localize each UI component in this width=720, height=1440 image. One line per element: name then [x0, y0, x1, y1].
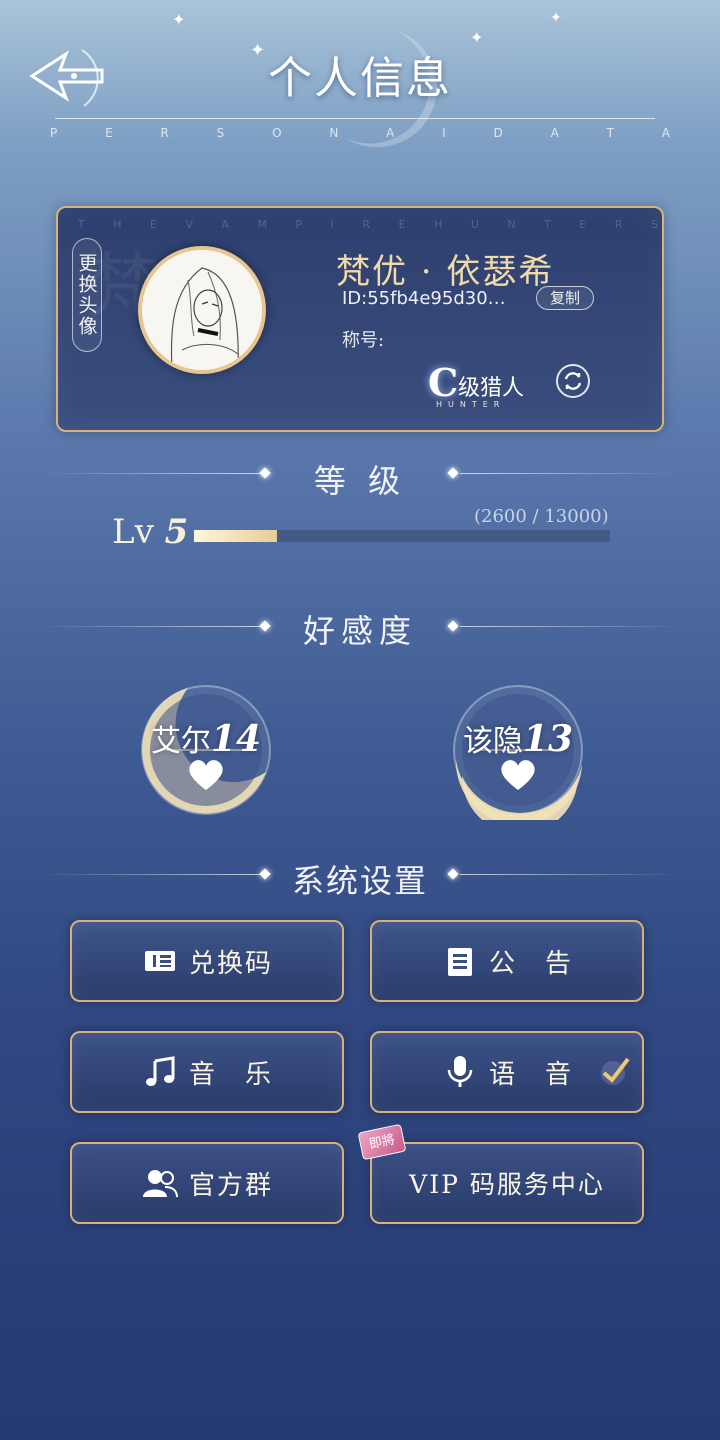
heart-icon [501, 760, 535, 790]
subtitle-letter: N [329, 126, 339, 140]
redeem-code-button[interactable]: 兑换码 [70, 920, 344, 1002]
change-avatar-button[interactable]: 更换头像 [72, 238, 102, 352]
watermark-letter: T [78, 218, 85, 231]
level-value: 5 [164, 512, 189, 552]
level-divider-right [460, 473, 680, 474]
subtitle-letter: D [493, 126, 503, 140]
hunter-rank-badge: C 级猎人 HUNTER [422, 358, 552, 412]
level-label: Lv 5 [112, 512, 188, 552]
watermark-letter: I [330, 218, 334, 231]
subtitle-letter: E [105, 126, 113, 140]
xp-progress-fill [194, 530, 278, 542]
affection-value-2: 13 [522, 718, 574, 760]
title-label: 称号: [342, 330, 385, 351]
notice-label: 公 告 [488, 948, 573, 979]
player-id: ID:55fb4e95d30… [342, 288, 506, 309]
subtitle-letter: S [216, 126, 225, 140]
group-icon [141, 1164, 179, 1202]
refresh-icon [564, 372, 582, 390]
subtitle-letter: O [272, 126, 282, 140]
vip-service-label: VIP 码服务中心 [409, 1170, 605, 1199]
watermark-letter: E [579, 218, 587, 231]
microphone-icon [441, 1053, 479, 1091]
sparkle-star-icon: ✦ [470, 28, 484, 47]
watermark-letter: T [544, 218, 551, 231]
voice-label: 语 音 [488, 1059, 573, 1090]
subtitle-letter: A [550, 126, 559, 140]
settings-section-title: 系统设置 [291, 862, 428, 900]
affection-value-1: 14 [210, 718, 262, 760]
official-group-button[interactable]: 官方群 [70, 1142, 344, 1224]
avatar-portrait-icon [142, 250, 262, 370]
avatar[interactable] [138, 246, 266, 374]
affection-divider-right [460, 626, 680, 627]
settings-divider-right [460, 874, 680, 875]
hunter-grade: C [428, 360, 459, 405]
music-label: 音 乐 [188, 1059, 273, 1090]
heart-icon [189, 760, 223, 790]
profile-card: THEVAMPIREHUNTERS 梵优 更换头像 梵优 · 依瑟希 ID:55… [56, 206, 664, 432]
notice-icon [441, 942, 479, 980]
switch-title-button[interactable] [556, 364, 590, 398]
character-name-1: 艾尔 [150, 724, 211, 759]
subtitle-letter: A [386, 126, 395, 140]
watermark-letter: R [614, 218, 623, 231]
character-name-2: 该隐 [462, 724, 523, 759]
subtitle-letter: I [442, 126, 446, 140]
watermark-letter: M [257, 218, 268, 231]
hunter-subtext: HUNTER [436, 400, 506, 409]
affection-name-2: 该隐13 [448, 716, 588, 760]
level-section-title: 等 级 [313, 462, 407, 500]
affection-card-2[interactable]: 该隐13 [448, 680, 588, 820]
watermark-letter: U [470, 218, 479, 231]
sparkle-star-icon: ✦ [250, 40, 266, 61]
subtitle-letter: T [606, 126, 614, 140]
subtitle-letter: R [160, 126, 169, 140]
player-name: 梵优 · 依瑟希 [336, 252, 555, 292]
subtitle-letter: P [50, 126, 58, 140]
watermark-letter: R [362, 218, 371, 231]
copy-id-button[interactable]: 复制 [536, 286, 594, 310]
affection-card-1[interactable]: 艾尔14 [136, 680, 276, 820]
watermark-letter: H [434, 218, 443, 231]
watermark-letter: N [507, 218, 516, 231]
subtitle-letter: A [661, 126, 670, 140]
notice-button[interactable]: 公 告 [370, 920, 644, 1002]
affection-section-title: 好感度 [302, 612, 417, 650]
hunter-rank-text: 级猎人 [458, 376, 525, 401]
page-subtitle: PERSONAIDATA [50, 126, 670, 140]
voice-button[interactable]: 语 音 [370, 1031, 644, 1113]
music-button[interactable]: 音 乐 [70, 1031, 344, 1113]
check-icon [598, 1055, 632, 1094]
xp-progress-bar [194, 530, 610, 542]
redeem-code-label: 兑换码 [188, 948, 273, 979]
official-group-label: 官方群 [188, 1170, 273, 1201]
ticket-icon [141, 942, 179, 980]
sparkle-star-icon: ✦ [172, 10, 186, 29]
affection-name-1: 艾尔14 [136, 716, 276, 760]
level-prefix: Lv [112, 512, 154, 552]
xp-text: (2600 / 13000) [474, 506, 609, 527]
music-icon [141, 1053, 179, 1091]
title-divider [55, 118, 655, 119]
watermark-letter: S [650, 218, 658, 231]
watermark-letter: E [398, 218, 406, 231]
page-title: 个人信息 [268, 53, 452, 104]
vip-service-button[interactable]: VIP 码服务中心 [370, 1142, 644, 1224]
sparkle-star-icon: ✦ [550, 10, 562, 26]
watermark-letter: P [295, 218, 303, 231]
